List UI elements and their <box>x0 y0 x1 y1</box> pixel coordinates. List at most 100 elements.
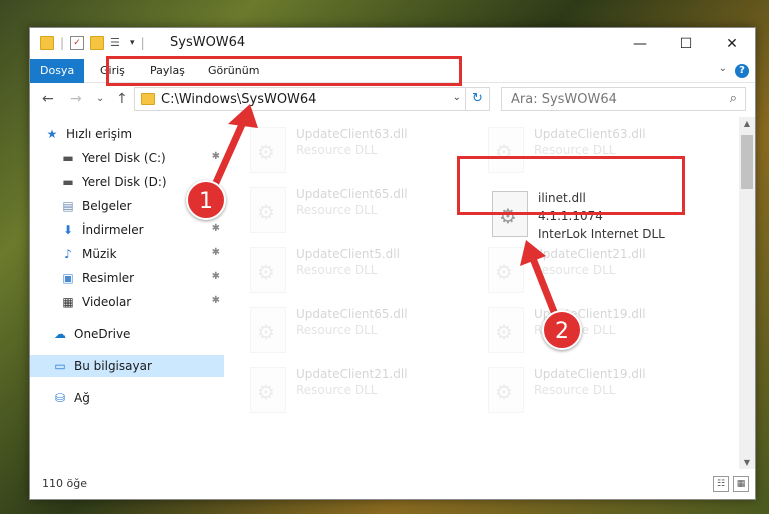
sidebar-item-label: Bu bilgisayar <box>74 359 152 373</box>
pin-icon: ✱ <box>211 247 220 258</box>
sidebar-item-network[interactable]: ⛁ Ağ <box>52 387 224 409</box>
sidebar-item-label: Belgeler <box>82 199 132 213</box>
list-item[interactable]: ⚙ UpdateClient21.dll Resource DLL <box>250 365 470 417</box>
back-button[interactable]: ← <box>42 91 54 107</box>
search-input[interactable]: Ara: SysWOW64 <box>511 92 617 107</box>
sidebar-item-label: Resimler <box>82 271 135 285</box>
sidebar-item-onedrive[interactable]: ☁ OneDrive <box>52 323 224 345</box>
properties-icon[interactable]: ✓ <box>70 36 85 50</box>
pin-icon: ✱ <box>211 271 220 282</box>
details-view-icon[interactable]: ☷ <box>713 476 729 492</box>
minimize-button[interactable]: — <box>617 28 663 59</box>
list-item[interactable]: ⚙ UpdateClient5.dll Resource DLL <box>250 245 470 297</box>
vertical-scrollbar[interactable]: ▲ ▼ <box>739 117 755 469</box>
network-icon: ⛁ <box>54 391 66 405</box>
customize-toolbar-icon[interactable]: ▾ <box>130 38 135 48</box>
file-description: Resource DLL <box>296 143 378 157</box>
file-description: Resource DLL <box>534 143 616 157</box>
sidebar-item-quick-access[interactable]: ★ Hızlı erişim <box>44 123 238 145</box>
sidebar-item-label: Yerel Disk (C:) <box>82 151 166 165</box>
scrollbar-thumb[interactable] <box>741 135 753 189</box>
refresh-button[interactable]: ↻ <box>465 88 489 110</box>
pin-icon: ✱ <box>211 223 220 234</box>
dll-file-icon: ⚙ <box>250 367 286 413</box>
address-path[interactable]: C:\Windows\SysWOW64 <box>161 92 316 107</box>
sidebar-item-label: İndirmeler <box>82 223 144 237</box>
dll-file-icon: ⚙ <box>250 307 286 353</box>
tab-file[interactable]: Dosya <box>30 59 85 83</box>
dll-file-icon: ⚙ <box>250 127 286 173</box>
file-name: UpdateClient21.dll <box>296 367 408 381</box>
file-description: Resource DLL <box>534 263 616 277</box>
navigation-pane: ★ Hızlı erişim ▬ Yerel Disk (C:) ✱ ▬ Yer… <box>30 117 226 469</box>
document-icon: ▤ <box>62 199 74 213</box>
dll-file-icon: ⚙ <box>488 367 524 413</box>
scroll-down-icon[interactable]: ▼ <box>739 458 755 467</box>
sidebar-item-pictures[interactable]: ▣ Resimler ✱ <box>60 267 224 289</box>
up-button[interactable]: ↑ <box>116 91 128 107</box>
file-name: UpdateClient21.dll <box>534 247 646 261</box>
address-bar-highlight <box>106 56 462 86</box>
star-icon: ★ <box>46 127 58 141</box>
list-item[interactable]: ⚙ UpdateClient63.dll Resource DLL <box>250 125 470 177</box>
file-description: Resource DLL <box>534 383 616 397</box>
file-name: UpdateClient63.dll <box>534 127 646 141</box>
sidebar-item-label: Yerel Disk (D:) <box>82 175 167 189</box>
status-bar: 110 öğe ☷ ▦ <box>30 469 755 499</box>
new-folder-icon[interactable] <box>90 36 105 50</box>
list-item[interactable]: ⚙ UpdateClient19.dll Resource DLL <box>488 365 708 417</box>
file-description: Resource DLL <box>296 203 378 217</box>
close-button[interactable]: ✕ <box>709 28 755 59</box>
view-menu-icon[interactable]: ☰ <box>110 36 124 50</box>
sidebar-item-label: Müzik <box>82 247 117 261</box>
address-bar[interactable]: C:\Windows\SysWOW64 ⌄ ↻ <box>134 87 490 111</box>
pin-icon: ✱ <box>211 295 220 306</box>
step-1-badge: 1 <box>186 180 226 220</box>
drive-icon: ▬ <box>62 175 74 189</box>
step-2-badge: 2 <box>542 310 582 350</box>
item-count: 110 öğe <box>42 477 87 490</box>
list-item[interactable]: ⚙ UpdateClient65.dll Resource DLL <box>250 305 470 357</box>
file-description: Resource DLL <box>296 323 378 337</box>
dll-file-icon: ⚙ <box>250 187 286 233</box>
download-icon: ⬇ <box>62 223 74 237</box>
maximize-button[interactable]: ☐ <box>663 28 709 59</box>
sidebar-item-label: Hızlı erişim <box>66 127 133 141</box>
sidebar-item-this-pc[interactable]: ▭ Bu bilgisayar <box>30 355 224 377</box>
address-dropdown-icon[interactable]: ⌄ <box>453 92 461 103</box>
sidebar-item-music[interactable]: ♪ Müzik ✱ <box>60 243 224 265</box>
sidebar-item-label: Ağ <box>74 391 90 405</box>
quick-access-toolbar: | ✓ ☰ ▾ | <box>40 36 145 50</box>
file-description: InterLok Internet DLL <box>538 227 665 241</box>
pin-icon: ✱ <box>211 151 220 162</box>
list-item[interactable]: ⚙ UpdateClient19.dll Resource DLL <box>488 305 708 357</box>
search-icon[interactable]: ⌕ <box>730 91 737 106</box>
dll-file-icon: ⚙ <box>488 247 524 293</box>
sidebar-item-local-disk-c[interactable]: ▬ Yerel Disk (C:) ✱ <box>60 147 224 169</box>
drive-icon: ▬ <box>62 151 74 165</box>
file-name: UpdateClient19.dll <box>534 367 646 381</box>
recent-locations-button[interactable]: ⌄ <box>96 93 104 104</box>
ribbon-expand-icon[interactable]: ⌄ <box>719 63 727 74</box>
file-description: Resource DLL <box>296 383 378 397</box>
file-highlight <box>457 156 685 215</box>
sidebar-item-label: Videolar <box>82 295 132 309</box>
title-bar: | ✓ ☰ ▾ | SysWOW64 — ☐ ✕ <box>30 28 755 59</box>
navigation-bar: ← → ⌄ ↑ C:\Windows\SysWOW64 ⌄ ↻ Ara: Sys… <box>30 83 755 117</box>
list-item[interactable]: ⚙ UpdateClient21.dll Resource DLL <box>488 245 708 297</box>
folder-icon[interactable] <box>40 36 54 50</box>
sidebar-item-downloads[interactable]: ⬇ İndirmeler ✱ <box>60 219 224 241</box>
forward-button[interactable]: → <box>70 91 82 107</box>
scroll-up-icon[interactable]: ▲ <box>739 119 755 128</box>
music-icon: ♪ <box>64 247 72 261</box>
file-name: UpdateClient65.dll <box>296 187 408 201</box>
file-name: UpdateClient65.dll <box>296 307 408 321</box>
help-icon[interactable]: ? <box>735 64 749 78</box>
sidebar-item-label: OneDrive <box>74 327 131 341</box>
search-box[interactable]: Ara: SysWOW64 ⌕ <box>501 87 746 111</box>
list-item[interactable]: ⚙ UpdateClient65.dll Resource DLL <box>250 185 470 237</box>
tiles-view-icon[interactable]: ▦ <box>733 476 749 492</box>
toolbar-divider: | <box>60 36 65 50</box>
sidebar-item-videos[interactable]: ▦ Videolar ✱ <box>60 291 224 313</box>
cloud-icon: ☁ <box>54 327 66 341</box>
